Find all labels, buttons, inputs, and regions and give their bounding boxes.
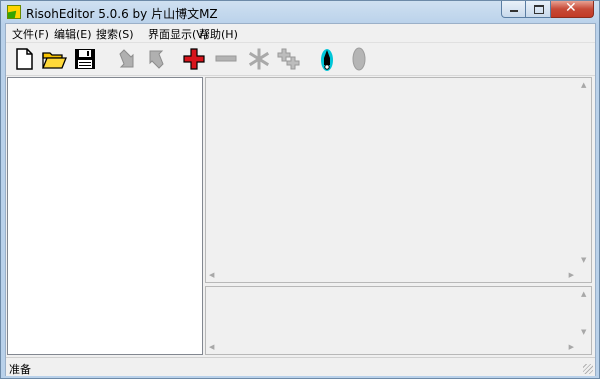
scroll-up-icon[interactable]: ▲	[581, 82, 586, 89]
open-button[interactable]	[41, 46, 67, 72]
app-window: RisohEditor 5.0.6 by 片山博文MZ ✕ 文件(F) 编辑(E…	[0, 0, 600, 379]
open-folder-icon	[42, 52, 67, 69]
menu-edit[interactable]: 编辑(E)	[54, 26, 92, 42]
title-bar[interactable]: RisohEditor 5.0.6 by 片山博文MZ ✕	[1, 1, 599, 23]
scroll-left-icon[interactable]: ◀	[209, 344, 214, 351]
clone-button[interactable]	[276, 46, 302, 72]
scroll-down-icon[interactable]: ▼	[581, 329, 586, 336]
close-icon: ✕	[565, 0, 577, 16]
app-icon[interactable]	[7, 5, 21, 19]
vertical-scrollbar[interactable]: ▲ ▼	[577, 78, 591, 268]
horizontal-scrollbar[interactable]: ◀ ▶	[206, 268, 577, 282]
delete-button[interactable]	[213, 46, 239, 72]
minimize-icon	[510, 10, 518, 12]
ellipse-icon	[352, 47, 366, 71]
window-title: RisohEditor 5.0.6 by 片山博文MZ	[26, 7, 218, 21]
maximize-icon	[534, 5, 544, 14]
scroll-up-icon[interactable]: ▲	[581, 291, 586, 298]
menu-search[interactable]: 搜索(S)	[96, 26, 134, 42]
edit-button[interactable]	[246, 46, 272, 72]
vertical-scrollbar[interactable]: ▲ ▼	[577, 287, 591, 340]
resource-tree[interactable]	[7, 77, 203, 355]
maximize-button[interactable]	[526, 1, 551, 18]
horizontal-scrollbar[interactable]: ◀ ▶	[206, 340, 577, 354]
new-file-icon	[16, 48, 33, 70]
compile-rocket-icon	[321, 49, 333, 71]
scroll-left-icon[interactable]: ◀	[209, 272, 214, 279]
move-down-button[interactable]	[114, 46, 140, 72]
compile-button[interactable]	[314, 46, 340, 72]
preview-pane[interactable]: ▲ ▼ ◀ ▶	[205, 77, 592, 283]
status-text: 准备	[9, 363, 31, 376]
save-button[interactable]	[72, 46, 98, 72]
menu-help[interactable]: 帮助(H)	[199, 26, 238, 42]
move-down-arrow-icon	[119, 49, 134, 68]
add-plus-icon	[183, 48, 205, 70]
resize-grip-icon[interactable]	[583, 364, 593, 374]
scroll-down-icon[interactable]: ▼	[581, 257, 586, 264]
move-up-button[interactable]	[143, 46, 169, 72]
menu-file[interactable]: 文件(F)	[12, 26, 49, 42]
minimize-button[interactable]	[501, 1, 526, 18]
scroll-right-icon[interactable]: ▶	[569, 344, 574, 351]
asterisk-icon	[248, 48, 270, 70]
add-button[interactable]	[181, 46, 207, 72]
window-controls: ✕	[501, 1, 594, 19]
client-area: 文件(F) 编辑(E) 搜索(S) 界面显示(V) 帮助(H) ▲ ▼ ◀ ▶ …	[5, 23, 596, 376]
save-floppy-icon	[75, 49, 95, 69]
delete-minus-icon	[215, 55, 237, 62]
new-button[interactable]	[11, 46, 37, 72]
toolbar	[6, 43, 595, 76]
scroll-right-icon[interactable]: ▶	[569, 272, 574, 279]
status-bar: 准备	[6, 357, 595, 376]
clone-icon	[277, 48, 300, 70]
close-button[interactable]: ✕	[551, 1, 594, 18]
ellipse-button[interactable]	[346, 46, 372, 72]
menu-bar: 文件(F) 编辑(E) 搜索(S) 界面显示(V) 帮助(H)	[6, 24, 595, 43]
code-editor-pane[interactable]: ▲ ▼ ◀ ▶	[205, 286, 592, 355]
move-up-arrow-icon	[149, 50, 164, 69]
